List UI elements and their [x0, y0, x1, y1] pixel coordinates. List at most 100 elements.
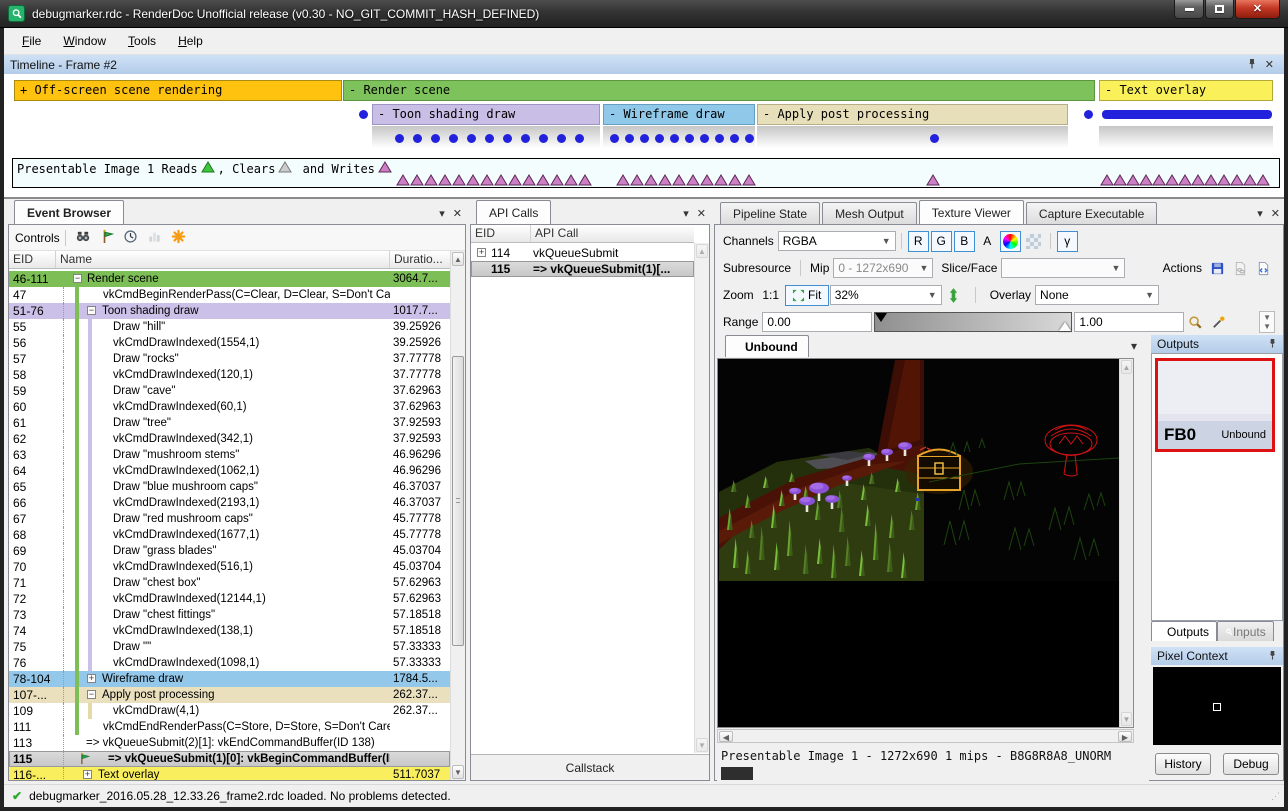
expand-range-icon[interactable]: ▼▼: [1259, 311, 1275, 333]
mip-select[interactable]: 0 - 1272x690▼: [833, 258, 933, 278]
col-name[interactable]: Name: [56, 251, 390, 268]
event-row[interactable]: 47vkCmdBeginRenderPass(C=Clear, D=Clear,…: [9, 287, 450, 303]
history-button[interactable]: History: [1155, 753, 1211, 775]
event-list[interactable]: 46-111−Render scene3064.7...47vkCmdBegin…: [9, 271, 450, 780]
event-row[interactable]: 76vkCmdDrawIndexed(1098,1)57.33333: [9, 655, 450, 671]
event-row[interactable]: 72vkCmdDrawIndexed(12144,1)57.62963: [9, 591, 450, 607]
event-row[interactable]: 109vkCmdDraw(4,1)262.37...: [9, 703, 450, 719]
api-calls-vscrollbar[interactable]: ▲ ▼: [694, 243, 709, 753]
close-icon[interactable]: ✕: [449, 207, 466, 220]
menu-window[interactable]: Window: [53, 31, 116, 51]
pin-icon[interactable]: [1243, 58, 1261, 72]
zoom-range-icon[interactable]: [1185, 312, 1206, 333]
texture-viewport[interactable]: ▲ ▼: [717, 358, 1134, 728]
api-call-row[interactable]: +114vkQueueSubmit: [471, 245, 694, 261]
col-eid[interactable]: EID: [9, 251, 56, 268]
expand-icon[interactable]: +: [83, 770, 92, 779]
pin-icon[interactable]: [1268, 649, 1277, 663]
timeline-marker-bar[interactable]: - Apply post processing: [757, 104, 1068, 125]
event-row[interactable]: 70vkCmdDrawIndexed(516,1)45.03704: [9, 559, 450, 575]
time-icon[interactable]: [121, 228, 141, 246]
event-row[interactable]: 58vkCmdDrawIndexed(120,1)37.77778: [9, 367, 450, 383]
menu-file[interactable]: File: [12, 31, 51, 51]
menu-tools[interactable]: Tools: [118, 31, 166, 51]
event-row[interactable]: 55Draw "hill"39.25926: [9, 319, 450, 335]
tab-api-calls[interactable]: API Calls: [476, 200, 551, 224]
event-row[interactable]: 71Draw "chest box"57.62963: [9, 575, 450, 591]
checkerboard-icon[interactable]: [1023, 231, 1044, 252]
event-row[interactable]: 63Draw "mushroom stems"46.96296: [9, 447, 450, 463]
tab-inputs[interactable]: Inputs: [1217, 621, 1274, 641]
tab-pipeline-state[interactable]: Pipeline State: [720, 202, 820, 224]
zoom-1to1-button[interactable]: 1:1: [759, 285, 783, 306]
event-row[interactable]: 57Draw "rocks"37.77778: [9, 351, 450, 367]
event-row[interactable]: 62vkCmdDrawIndexed(342,1)37.92593: [9, 431, 450, 447]
col-duration[interactable]: Duratio...: [390, 251, 450, 268]
col-api-call[interactable]: API Call: [531, 225, 694, 242]
debug-button[interactable]: Debug: [1223, 753, 1279, 775]
collapse-icon[interactable]: −: [73, 274, 82, 283]
maximize-button[interactable]: [1205, 0, 1234, 19]
event-row[interactable]: 116-...+Text overlay511.7037: [9, 767, 450, 780]
stats-icon[interactable]: [145, 228, 165, 246]
scroll-up-icon[interactable]: ▲: [452, 252, 464, 266]
range-max-input[interactable]: 1.00: [1074, 312, 1184, 332]
event-row[interactable]: 75Draw ""57.33333: [9, 639, 450, 655]
range-black-handle[interactable]: [875, 313, 887, 322]
scroll-down-icon[interactable]: ▼: [696, 738, 708, 752]
save-icon[interactable]: [1207, 258, 1228, 279]
texture-image[interactable]: [719, 360, 1126, 581]
pin-icon[interactable]: [1268, 337, 1277, 351]
timeline-marker-bar[interactable]: - Text overlay: [1099, 80, 1273, 101]
red-channel-button[interactable]: R: [908, 231, 929, 252]
event-row[interactable]: 56vkCmdDrawIndexed(1554,1)39.25926: [9, 335, 450, 351]
close-icon[interactable]: ✕: [693, 207, 710, 220]
scroll-up-icon[interactable]: ▲: [696, 244, 708, 258]
scroll-thumb[interactable]: [452, 356, 464, 646]
scroll-down-icon[interactable]: ▼: [452, 765, 464, 779]
api-table-header[interactable]: EID API Call: [471, 225, 694, 243]
collapse-icon[interactable]: −: [87, 306, 96, 315]
scroll-down-icon[interactable]: ▼: [1121, 712, 1132, 726]
event-row[interactable]: 69Draw "grass blades"45.03704: [9, 543, 450, 559]
tab-mesh-output[interactable]: Mesh Output: [822, 202, 917, 224]
chevron-down-icon[interactable]: ▾: [1253, 207, 1267, 220]
blue-channel-button[interactable]: B: [954, 231, 975, 252]
timeline-marker-bar[interactable]: + Off-screen scene rendering: [14, 80, 342, 101]
event-row[interactable]: 61Draw "tree"37.92593: [9, 415, 450, 431]
chevron-down-icon[interactable]: ▾: [435, 207, 449, 220]
autofit-icon[interactable]: [1208, 312, 1229, 333]
event-row[interactable]: 66vkCmdDrawIndexed(2193,1)46.37037: [9, 495, 450, 511]
range-white-handle[interactable]: [1059, 322, 1071, 331]
gamma-button[interactable]: γ: [1057, 231, 1078, 252]
tab-texture-viewer[interactable]: Texture Viewer: [919, 200, 1024, 224]
event-row[interactable]: 65Draw "blue mushroom caps"46.37037: [9, 479, 450, 495]
event-row[interactable]: 68vkCmdDrawIndexed(1677,1)45.77778: [9, 527, 450, 543]
close-icon[interactable]: ✕: [1267, 207, 1284, 220]
event-row[interactable]: 59Draw "cave"37.62963: [9, 383, 450, 399]
flip-y-icon[interactable]: [943, 285, 964, 306]
resize-grip[interactable]: ⋰: [1271, 791, 1280, 802]
range-min-input[interactable]: 0.00: [762, 312, 872, 332]
api-call-list[interactable]: +114vkQueueSubmit115=> vkQueueSubmit(1)[…: [471, 243, 694, 303]
event-row[interactable]: 67Draw "red mushroom caps"45.77778: [9, 511, 450, 527]
expand-icon[interactable]: +: [87, 674, 96, 683]
callstack-section[interactable]: Callstack: [471, 754, 709, 780]
scroll-left-icon[interactable]: ◀: [719, 731, 733, 742]
channels-select[interactable]: RGBA▼: [778, 231, 896, 251]
title-bar[interactable]: debugmarker.rdc - RenderDoc Unofficial r…: [0, 0, 1288, 28]
range-slider[interactable]: [874, 312, 1072, 332]
tab-event-browser[interactable]: Event Browser: [14, 200, 124, 224]
chevron-down-icon[interactable]: ▾: [679, 207, 693, 220]
event-browser-vscrollbar[interactable]: ▲ ▼: [450, 251, 465, 780]
timeline-marker-bar[interactable]: - Wireframe draw: [603, 104, 755, 125]
find-icon[interactable]: [73, 228, 93, 246]
expand-icon[interactable]: +: [477, 248, 486, 257]
colorwheel-icon[interactable]: [1000, 231, 1021, 252]
col-eid[interactable]: EID: [471, 225, 531, 242]
event-row[interactable]: 60vkCmdDrawIndexed(60,1)37.62963: [9, 399, 450, 415]
tab-capture-executable[interactable]: Capture Executable: [1026, 202, 1157, 224]
event-table-header[interactable]: EID Name Duratio...: [9, 251, 450, 269]
close-icon[interactable]: ✕: [1261, 58, 1278, 71]
collapse-icon[interactable]: −: [87, 690, 96, 699]
